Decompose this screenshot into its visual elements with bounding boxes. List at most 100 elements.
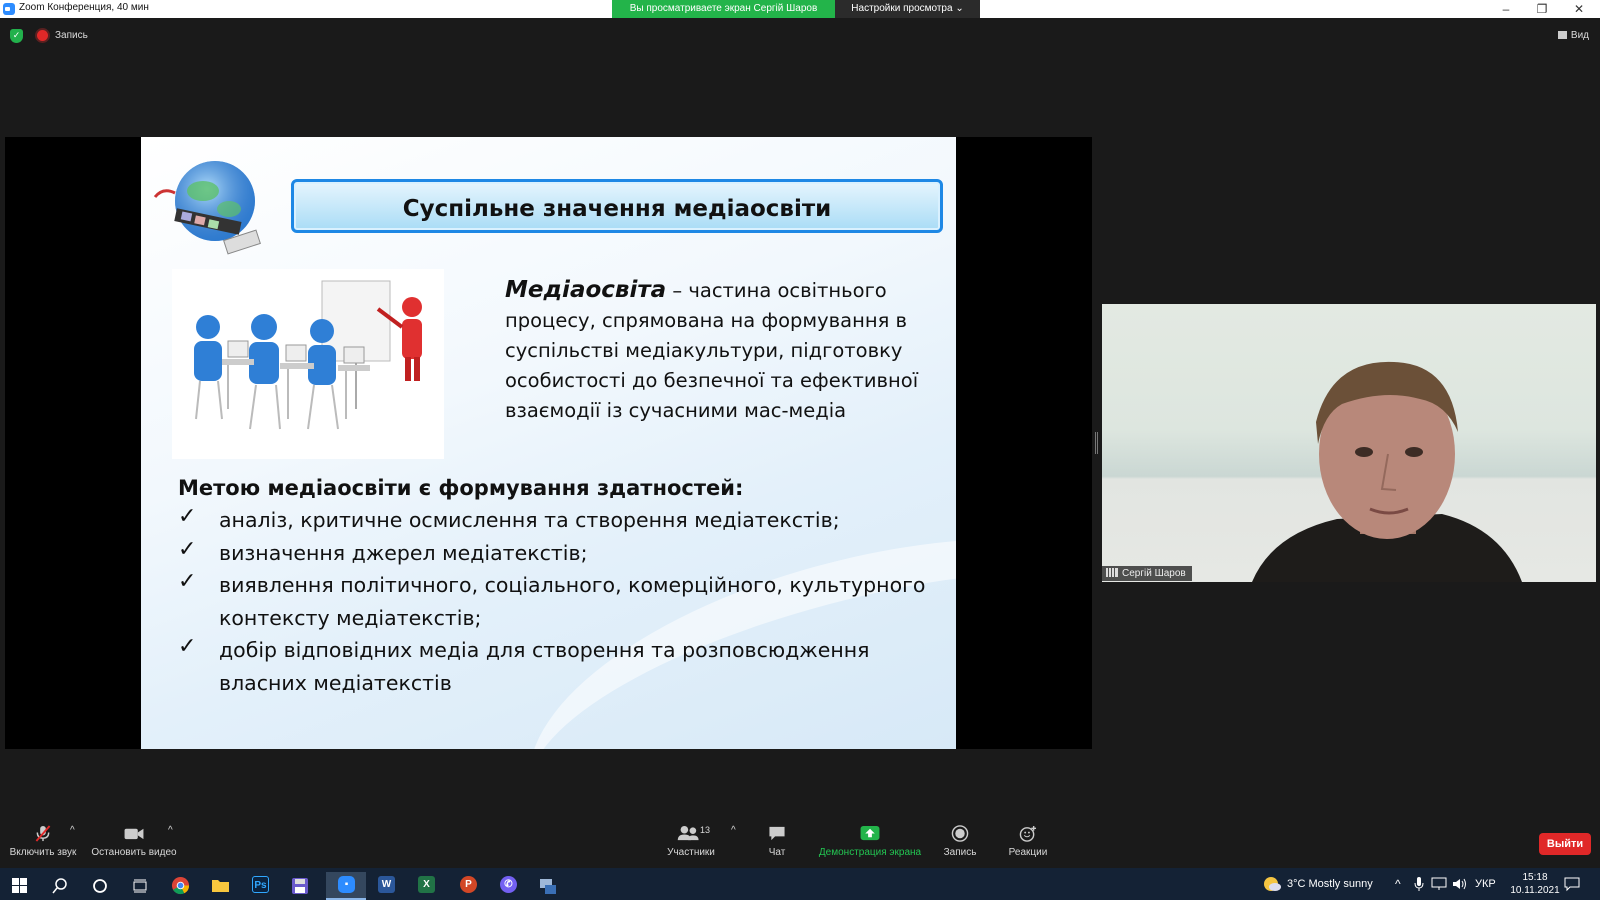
powerpoint-icon: P [460,876,477,893]
unmute-button[interactable]: Включить звук [6,825,80,858]
notification-center-icon[interactable] [1564,876,1580,892]
goal-item: ✓ добір відповідних медіа для створення т… [178,634,948,699]
title-bar: Zoom Конференция, 40 мин Вы просматривае… [0,0,1600,18]
clock-time: 15:18 [1522,872,1548,883]
tray-overflow-chevron-icon[interactable]: ^ [1395,868,1401,900]
share-screen-icon [860,825,880,841]
speaker-avatar [1252,361,1522,582]
volume-icon[interactable] [1452,877,1468,891]
taskbar-other-app[interactable] [528,872,568,900]
task-view-button[interactable] [120,872,160,900]
presentation-slide: Суспільне значення медіаосвіти Медіаосві… [141,137,956,749]
taskbar-zoom[interactable]: ▪ [326,872,366,900]
definition-term: Медіаосвіта [505,277,667,303]
microphone-icon[interactable] [1414,877,1424,892]
cortana-circle-icon [93,879,107,893]
chat-button[interactable]: Чат [760,825,794,858]
slide-title: Суспільне значення медіаосвіти [402,196,832,222]
view-label: Вид [1570,30,1589,41]
taskbar-photoshop[interactable]: Ps [240,872,280,900]
media-globe-icon [153,161,261,255]
goal-text: виявлення політичного, соціального, коме… [219,573,926,630]
video-options-caret[interactable]: ^ [168,825,173,836]
audio-options-caret[interactable]: ^ [70,825,75,836]
taskbar-powerpoint[interactable]: P [448,872,488,900]
weather-widget[interactable]: 3°C Mostly sunny [1287,868,1373,900]
goal-item: ✓ виявлення політичного, соціального, ком… [178,569,948,634]
signal-icon [1106,568,1118,577]
goal-text: добір відповідних медіа для створення та… [219,638,870,695]
viber-icon: ✆ [500,876,517,893]
reactions-button[interactable]: Реакции [1005,825,1051,858]
speaker-name: Сергій Шаров [1122,568,1186,579]
classroom-illustration [172,269,444,459]
taskbar-chrome[interactable] [160,872,200,900]
clock[interactable]: 15:18 10.11.2021 [1506,868,1564,900]
keyboard-language[interactable]: УКР [1475,868,1496,900]
goal-item: ✓ визначення джерел медіатекстів; [178,537,948,570]
search-icon [52,878,67,894]
reactions-icon [1019,825,1037,842]
network-icon[interactable] [1431,877,1447,891]
share-screen-label: Демонстрация экрана [818,847,922,858]
search-button[interactable] [40,872,80,900]
participants-count: 13 [700,825,711,835]
taskbar-excel[interactable]: X [406,872,446,900]
minimize-button[interactable]: – [1488,0,1524,18]
close-button[interactable]: ✕ [1561,0,1597,18]
definition-paragraph: Медіаосвіта – частина освітнього процесу… [505,275,945,426]
slide-title-box: Суспільне значення медіаосвіти [291,179,943,233]
chrome-icon [171,876,190,895]
goals-heading: Метою медіаосвіти є формування здатносте… [178,476,744,500]
view-options-button[interactable]: Настройки просмотра ⌄ [835,0,980,18]
participants-button[interactable]: Участники [658,825,724,858]
unmute-label: Включить звук [9,847,77,858]
taskbar-explorer[interactable] [200,872,240,900]
reactions-label: Реакции [1008,847,1048,858]
taskbar-save-app[interactable] [280,872,320,900]
speaker-video-tile[interactable]: Сергій Шаров [1102,304,1596,582]
muted-mic-icon [35,825,51,842]
encryption-shield-icon[interactable]: ✓ [10,29,23,43]
checkmark-icon: ✓ [178,634,197,659]
participants-options-caret[interactable]: ^ [731,825,736,836]
goal-text: визначення джерел медіатекстів; [219,540,588,565]
start-button[interactable] [0,872,40,900]
checkmark-icon: ✓ [178,504,197,529]
goals-section: Метою медіаосвіти є формування здатносте… [178,472,948,699]
recording-indicator[interactable]: Запись [55,30,88,41]
chat-label: Чат [768,847,786,858]
restore-button[interactable]: ❐ [1524,0,1560,18]
panel-splitter-handle[interactable] [1095,432,1098,454]
zoom-window: Zoom Конференция, 40 мин Вы просматривае… [0,0,1600,900]
share-screen-button[interactable]: Демонстрация экрана [815,825,925,858]
weather-sun-icon [1264,877,1281,891]
windows-taskbar: Ps ▪ W X P ✆ 3°C Mostly sunny ^ УКР 15:1… [0,868,1600,900]
network-app-icon [540,879,556,894]
participants-label: Участники [667,847,715,858]
task-view-icon [133,879,147,893]
record-button[interactable]: Запись [940,825,980,858]
goal-item: ✓ аналіз, критичне осмислення та створенн… [178,504,948,537]
grid-icon [1557,31,1567,39]
chat-icon [769,826,785,841]
view-button[interactable]: Вид [1557,30,1589,41]
clock-date: 10.11.2021 [1510,885,1560,896]
speaker-name-label: Сергій Шаров [1102,566,1192,581]
taskbar-viber[interactable]: ✆ [488,872,528,900]
word-icon: W [378,876,395,893]
stop-video-button[interactable]: Остановить видео [88,825,180,858]
cortana-button[interactable] [80,872,120,900]
meeting-toolbar: Включить звук ^ Остановить видео ^ Участ… [0,815,1600,868]
photoshop-icon: Ps [252,876,269,893]
excel-icon: X [418,876,435,893]
video-camera-icon [124,828,144,840]
goal-text: аналіз, критичне осмислення та створення… [219,508,840,532]
stop-video-label: Остановить видео [91,847,177,858]
taskbar-word[interactable]: W [366,872,406,900]
folder-icon [212,880,229,892]
record-icon [951,825,969,842]
record-label: Запись [943,847,977,858]
floppy-disk-icon [292,878,308,894]
leave-meeting-button[interactable]: Выйти [1539,833,1591,855]
